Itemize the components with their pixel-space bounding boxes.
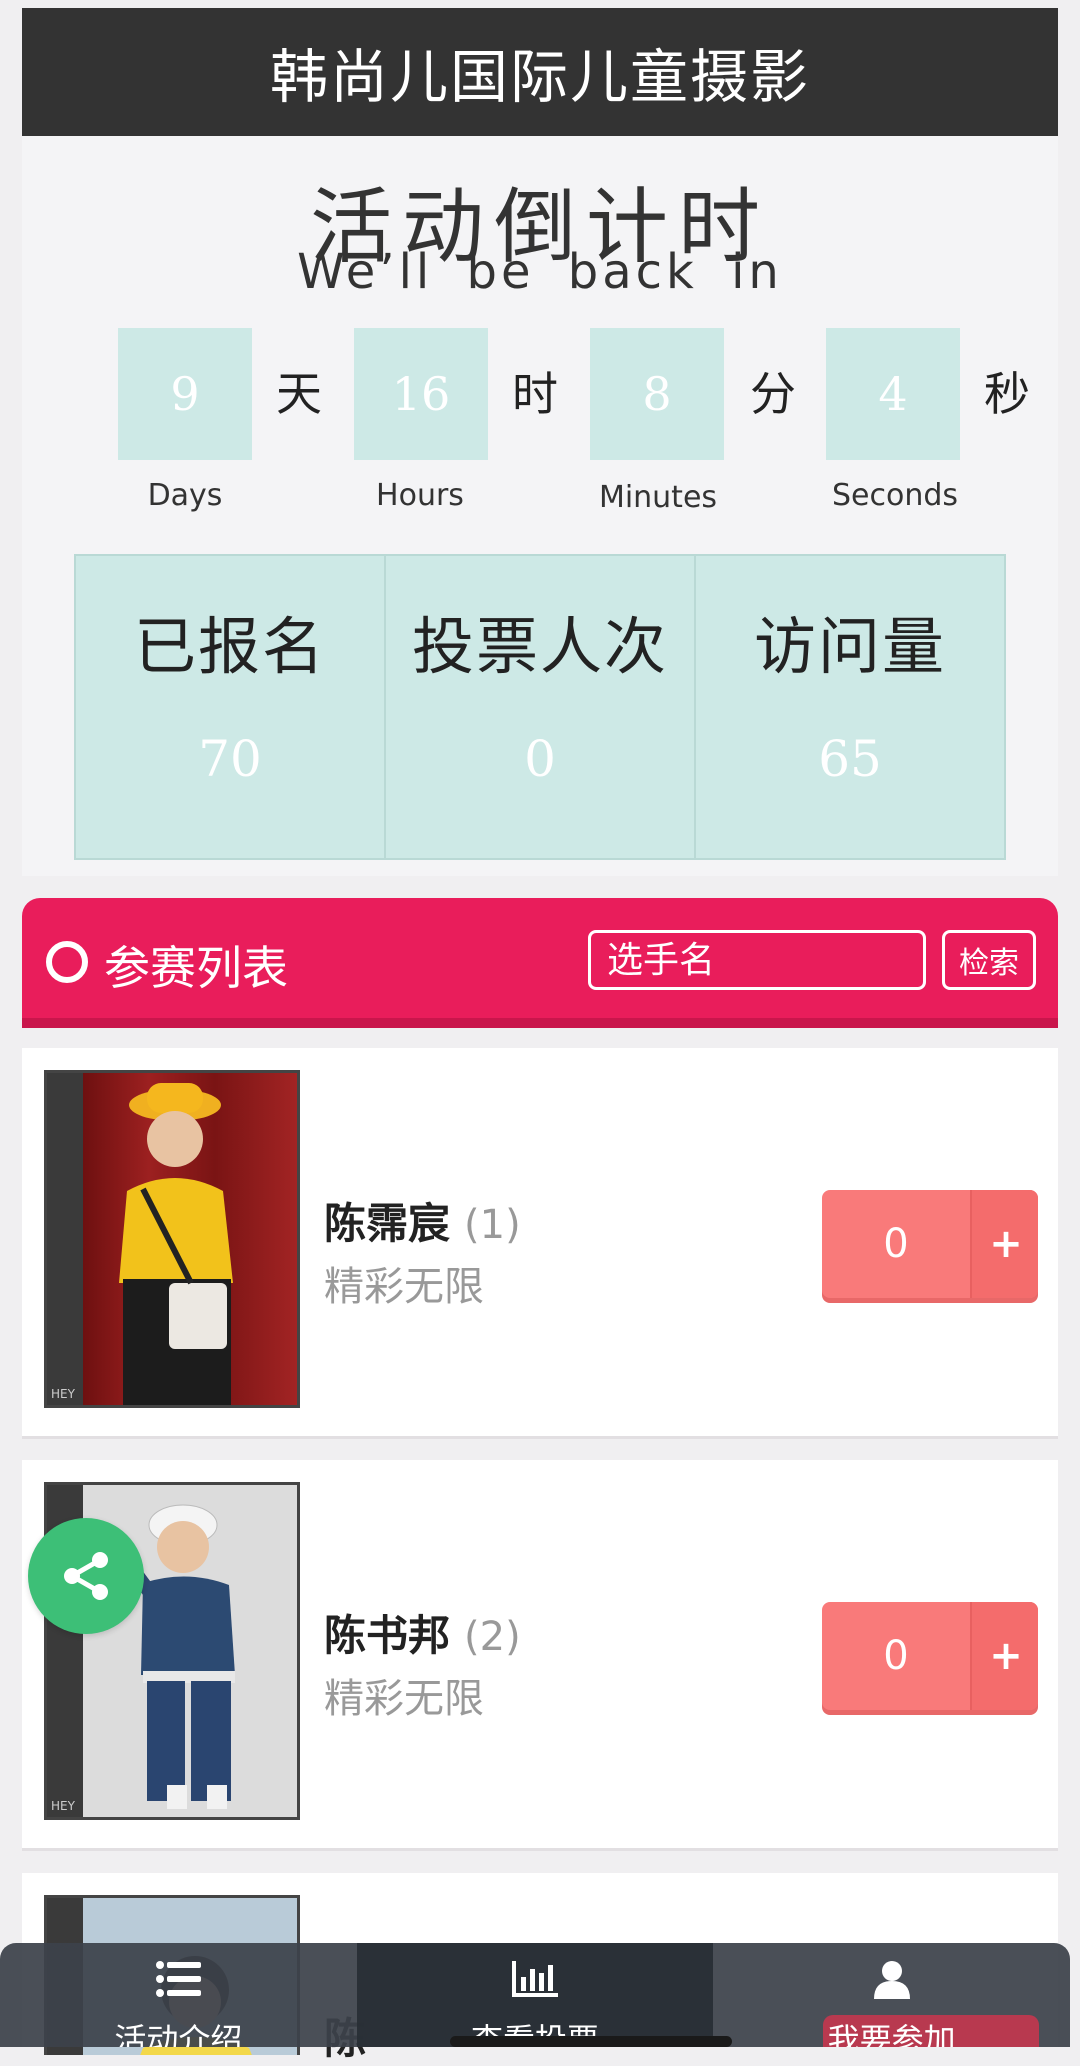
bar-chart-icon <box>512 1961 558 1997</box>
vote-button[interactable]: 0 + <box>822 1602 1038 1710</box>
bottom-nav: 活动介绍 查看投票 我要参加 <box>0 1943 1070 2047</box>
minutes-box: 8 <box>590 328 724 460</box>
search-button[interactable]: 检索 <box>942 930 1036 990</box>
contestant-desc: 精彩无限 <box>324 1264 484 1310</box>
circle-icon <box>46 941 88 983</box>
stats-panel: 已报名 70 投票人次 0 访问量 65 <box>74 554 1006 860</box>
contestant-photo[interactable]: HEY <box>44 1070 300 1408</box>
nav-activity-intro[interactable]: 活动介绍 <box>0 1943 357 2047</box>
nav-label: 我要参加 <box>827 2021 956 2047</box>
seconds-label: Seconds <box>831 478 959 513</box>
home-indicator <box>450 2036 732 2047</box>
page-header: 韩尚儿国际儿童摄影 <box>22 8 1058 136</box>
countdown-subtitle: We’ll be back in <box>297 244 783 300</box>
stat-visits: 访问量 65 <box>696 556 1004 858</box>
contestant-desc: 精彩无限 <box>324 1676 484 1722</box>
photo-watermark: HEY <box>51 1387 75 1401</box>
contestant-number: (1) <box>464 1202 521 1248</box>
vote-plus-button[interactable]: + <box>970 1602 1038 1710</box>
vote-count: 0 <box>883 1221 909 1267</box>
contestant-card[interactable]: HEY 陈书邦 (2) 精彩无限 0 + <box>22 1460 1058 1851</box>
photo-watermark: HEY <box>51 1799 75 1813</box>
contestant-card[interactable]: HEY 陈霈宸 (1) 精彩无限 0 + <box>22 1048 1058 1439</box>
contestant-list-bar: 参赛列表 检索 <box>22 898 1058 1028</box>
nav-join[interactable]: 我要参加 <box>713 1943 1070 2047</box>
list-icon <box>156 1961 202 1997</box>
vote-button[interactable]: 0 + <box>822 1190 1038 1298</box>
seconds-unit: 秒 <box>984 367 1030 421</box>
seconds-box: 4 <box>826 328 960 460</box>
hours-box: 16 <box>354 328 488 460</box>
search-input[interactable] <box>588 930 926 990</box>
contestant-name: 陈霈宸 (1) <box>324 1199 521 1248</box>
share-icon <box>64 1552 108 1600</box>
nav-label: 活动介绍 <box>114 2021 243 2047</box>
minutes-label: Minutes <box>598 480 718 515</box>
contestant-name: 陈书邦 (2) <box>324 1611 521 1660</box>
hours-label: Hours <box>376 478 464 513</box>
stat-votes: 投票人次 0 <box>386 556 696 858</box>
hours-unit: 时 <box>512 367 558 421</box>
stat-registered: 已报名 70 <box>76 556 386 858</box>
days-unit: 天 <box>276 367 322 421</box>
nav-view-votes[interactable]: 查看投票 <box>356 1943 714 2047</box>
photo-image <box>83 1073 297 1405</box>
days-box: 9 <box>118 328 252 460</box>
vote-plus-button[interactable]: + <box>970 1190 1038 1298</box>
share-button[interactable] <box>28 1518 144 1634</box>
countdown-banner: 活动倒计时 We’ll be back in 9 天 Days 16 时 Hou… <box>22 136 1058 876</box>
page-title: 韩尚儿国际儿童摄影 <box>269 43 810 111</box>
days-label: Days <box>147 478 223 513</box>
user-icon <box>873 1961 910 1999</box>
list-title: 参赛列表 <box>104 941 288 995</box>
vote-count: 0 <box>883 1633 909 1679</box>
contestant-number: (2) <box>464 1614 521 1660</box>
minutes-unit: 分 <box>750 367 796 421</box>
